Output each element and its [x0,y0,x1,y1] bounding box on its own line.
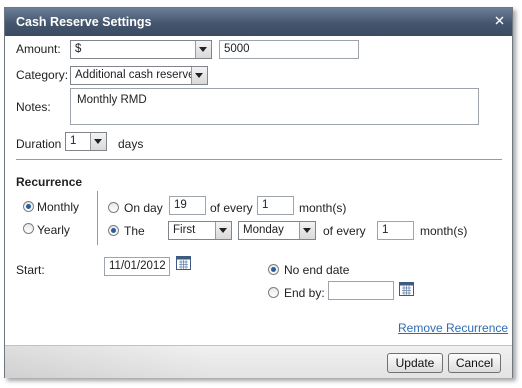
currency-select[interactable]: $ [70,40,212,59]
notes-label: Notes: [16,100,51,114]
end-by-label[interactable]: End by: [284,286,325,300]
notes-textarea[interactable]: Monthly RMD [70,88,479,125]
end-by-date-input[interactable] [328,281,394,300]
on-day-months-input[interactable]: 1 [257,196,294,215]
duration-label: Duration [16,137,62,151]
yearly-label[interactable]: Yearly [37,223,70,237]
ordinal-select-value: First [173,224,196,236]
the-label[interactable]: The [124,224,145,238]
ordinal-select[interactable]: First [168,221,232,240]
weekday-select-value: Monday [243,224,284,236]
recurrence-divider [97,191,98,245]
update-button[interactable]: Update [387,353,443,373]
on-day-of-every-label: of every [210,201,253,215]
no-end-date-radio[interactable] [268,264,279,275]
category-label: Category: [16,68,69,82]
on-day-months-unit: month(s) [299,201,347,215]
weekday-select[interactable]: Monday [238,221,316,240]
duration-select-value: 1 [70,135,77,147]
amount-input[interactable]: 5000 [219,40,359,59]
currency-select-value: $ [75,43,82,55]
dialog-title: Cash Reserve Settings [16,15,152,29]
the-months-input[interactable]: 1 [377,221,414,240]
calendar-icon[interactable] [176,255,191,270]
chevron-down-icon[interactable] [195,41,211,58]
on-day-input[interactable]: 19 [169,196,206,215]
duration-unit: days [118,137,144,151]
on-day-radio[interactable] [108,202,119,213]
start-label: Start: [16,263,45,277]
duration-select[interactable]: 1 [65,132,107,151]
monthly-label[interactable]: Monthly [37,200,79,214]
on-day-label[interactable]: On day [124,201,163,215]
the-of-every-label: of every [323,224,366,238]
close-icon[interactable] [494,15,505,26]
no-end-date-label[interactable]: No end date [284,263,349,277]
remove-recurrence-link[interactable]: Remove Recurrence [398,321,508,335]
recurrence-heading: Recurrence [16,175,83,189]
section-divider [16,159,502,160]
chevron-down-icon[interactable] [215,222,231,239]
monthly-radio[interactable] [23,201,34,212]
category-select-value: Additional cash reserve [75,69,195,81]
cancel-button[interactable]: Cancel [448,353,501,373]
the-months-unit: month(s) [420,224,468,238]
calendar-icon[interactable] [399,281,414,296]
yearly-radio[interactable] [23,223,34,234]
end-by-radio[interactable] [268,287,279,298]
chevron-down-icon[interactable] [299,222,315,239]
start-date-input[interactable]: 11/01/2012 [104,257,170,276]
amount-label: Amount: [16,42,61,56]
cash-reserve-settings-dialog: Cash Reserve Settings Amount: $ 5000 Cat… [4,7,513,378]
chevron-down-icon[interactable] [191,67,207,84]
category-select[interactable]: Additional cash reserve [70,66,208,85]
dialog-footer: Update Cancel [5,345,512,378]
dialog-title-bar: Cash Reserve Settings [5,8,512,36]
the-radio[interactable] [108,225,119,236]
chevron-down-icon[interactable] [90,133,106,150]
